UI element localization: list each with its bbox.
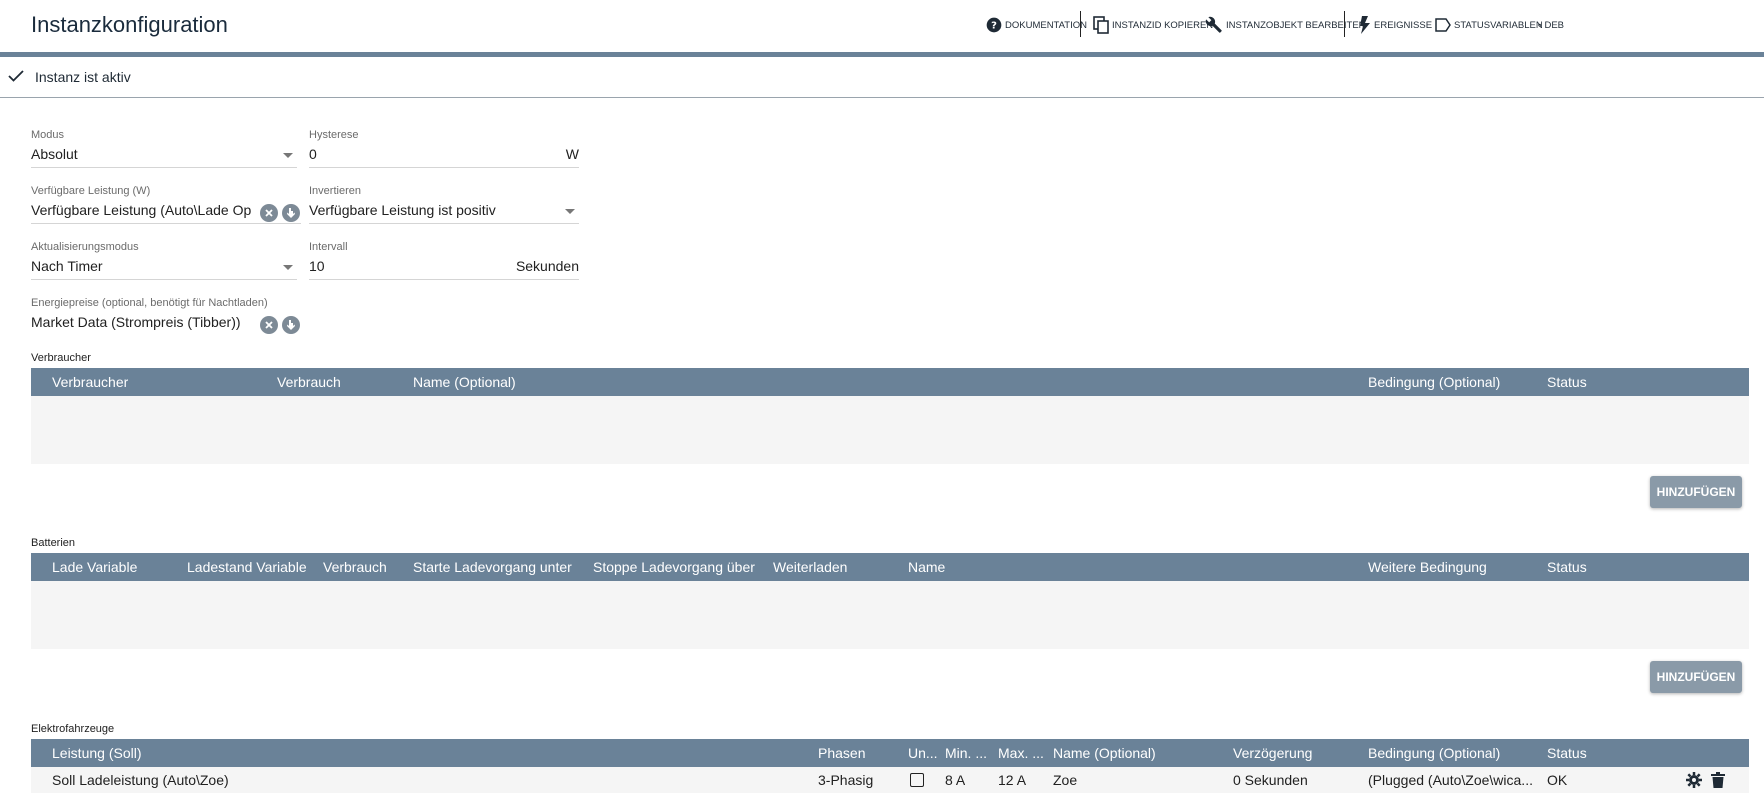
aktualisierungsmodus-select[interactable]: Aktualisierungsmodus Nach Timer [31,241,297,281]
toolbar-separator [1344,11,1345,37]
column-header[interactable]: Bedingung (Optional) [1368,745,1500,761]
column-header[interactable]: Max. ... [998,745,1046,761]
instance-status-row: Instanz ist aktiv [0,57,1764,98]
hysterese-input[interactable]: Hysterese 0 W [309,129,579,169]
verbraucher-table-header: Verbraucher Verbrauch Name (Optional) Be… [31,368,1749,396]
column-header[interactable]: Leistung (Soll) [52,745,142,761]
debug-button[interactable]: Deb [1538,14,1564,36]
column-header[interactable]: Status [1547,745,1587,761]
aktualisierungsmodus-label: Aktualisierungsmodus [31,241,139,253]
column-header[interactable]: Name (Optional) [1053,745,1156,761]
column-header[interactable]: Stoppe Ladevorgang über [593,559,755,575]
hysterese-unit: W [565,146,579,162]
min-cell: 8 A [945,772,966,788]
header: Instanzkonfiguration ? Dokumentation Ins… [0,0,1764,48]
column-header[interactable]: Name (Optional) [413,374,516,390]
column-header[interactable]: Bedingung (Optional) [1368,374,1500,390]
events-button[interactable]: Ereignisse [1359,14,1432,36]
status-variables-button[interactable]: Statusvariablen [1435,14,1543,36]
column-header[interactable]: Weitere Bedingung [1368,559,1487,575]
modus-label: Modus [31,129,65,141]
column-header[interactable]: Min. ... [945,745,993,761]
bedingung-cell: (Plugged (Auto\Zoe\wica... [1368,772,1533,788]
wrench-icon [1205,16,1222,33]
column-header[interactable]: Phasen [818,745,865,761]
chevron-down-icon [283,265,293,270]
clear-icon[interactable] [260,316,278,334]
add-verbraucher-button[interactable]: HINZUFÜGEN [1650,476,1742,508]
instance-status-text: Instanz ist aktiv [35,69,131,85]
energiepreise-value: Market Data (Strompreis (Tibber)) [31,314,241,330]
leistung-value: Verfügbare Leistung (Auto\Lade Op [31,202,252,218]
column-header[interactable]: Verbrauch [323,559,387,575]
verbraucher-table-body [31,396,1749,464]
column-header[interactable]: Name [908,559,945,575]
column-header[interactable]: Verbrauch [277,374,341,390]
elektrofahrzeuge-section-label: Elektrofahrzeuge [31,723,115,735]
lightning-icon [1360,16,1370,34]
documentation-button[interactable]: ? Dokumentation [986,14,1087,36]
edit-instance-object-button[interactable]: Instanzobjekt bearbeiten [1205,14,1366,36]
modus-value: Absolut [31,146,78,162]
hysterese-label: Hysterese [309,129,359,141]
column-header[interactable]: Un... [908,745,942,761]
column-header[interactable]: Starte Ladevorgang unter [413,559,572,575]
energiepreise-label: Energiepreise (optional, benötigt für Na… [31,297,268,309]
batterien-section-label: Batterien [31,537,76,549]
add-batterie-button[interactable]: HINZUFÜGEN [1650,661,1742,693]
toolbar-separator [1080,11,1081,37]
verzoegerung-cell: 0 Sekunden [1233,772,1308,788]
energiepreise-selector[interactable]: Energiepreise (optional, benötigt für Na… [31,297,301,337]
svg-text:?: ? [991,20,997,31]
clear-icon[interactable] [260,204,278,222]
aktualisierungsmodus-value: Nach Timer [31,258,103,274]
unlimited-checkbox[interactable] [910,773,924,787]
column-header[interactable]: Weiterladen [773,559,847,575]
batterien-table-body [31,581,1749,649]
table-row[interactable]: Soll Ladeleistung (Auto\Zoe) 3-Phasig 8 … [31,767,1749,793]
leistung-selector[interactable]: Verfügbare Leistung (W) Verfügbare Leist… [31,185,301,225]
column-header[interactable]: Status [1547,559,1587,575]
batterien-table-header: Lade Variable Ladestand Variable Verbrau… [31,553,1749,581]
max-cell: 12 A [998,772,1027,788]
elektrofahrzeuge-table-header: Leistung (Soll) Phasen Un... Min. ... Ma… [31,739,1749,767]
invertieren-label: Invertieren [309,185,361,197]
column-header[interactable]: Ladestand Variable [187,559,307,575]
intervall-value: 10 [309,258,325,274]
leistung-label: Verfügbare Leistung (W) [31,185,151,197]
gear-icon[interactable] [1686,772,1702,791]
column-header[interactable]: Lade Variable [52,559,137,575]
phasen-cell: 3-Phasig [818,772,874,788]
tag-icon [1435,18,1451,32]
modus-select[interactable]: Modus Absolut [31,129,297,169]
select-object-icon[interactable] [282,204,300,222]
status-cell: OK [1547,772,1568,788]
chevron-down-icon [565,209,575,214]
help-circle-icon: ? [986,17,1002,33]
intervall-input[interactable]: Intervall 10 Sekunden [309,241,579,281]
check-icon [8,70,24,82]
column-header[interactable]: Status [1547,374,1587,390]
invertieren-select[interactable]: Invertieren Verfügbare Leistung ist posi… [309,185,579,225]
page-title: Instanzkonfiguration [31,12,228,37]
leistung-cell: Soll Ladeleistung (Auto\Zoe) [52,772,229,788]
select-object-icon[interactable] [282,316,300,334]
trash-icon[interactable] [1711,772,1725,791]
column-header[interactable]: Verbraucher [52,374,128,390]
chevron-down-icon [283,153,293,158]
verbraucher-section-label: Verbraucher [31,352,91,364]
invertieren-value: Verfügbare Leistung ist positiv [309,202,496,218]
column-header[interactable]: Verzögerung [1233,745,1312,761]
intervall-label: Intervall [309,241,348,253]
copy-icon [1093,16,1109,34]
intervall-unit: Sekunden [515,258,579,274]
copy-instanceid-button[interactable]: InstanzID kopieren [1093,14,1213,36]
name-cell: Zoe [1053,772,1078,788]
hysterese-value: 0 [309,146,317,162]
bug-icon [1538,23,1542,27]
